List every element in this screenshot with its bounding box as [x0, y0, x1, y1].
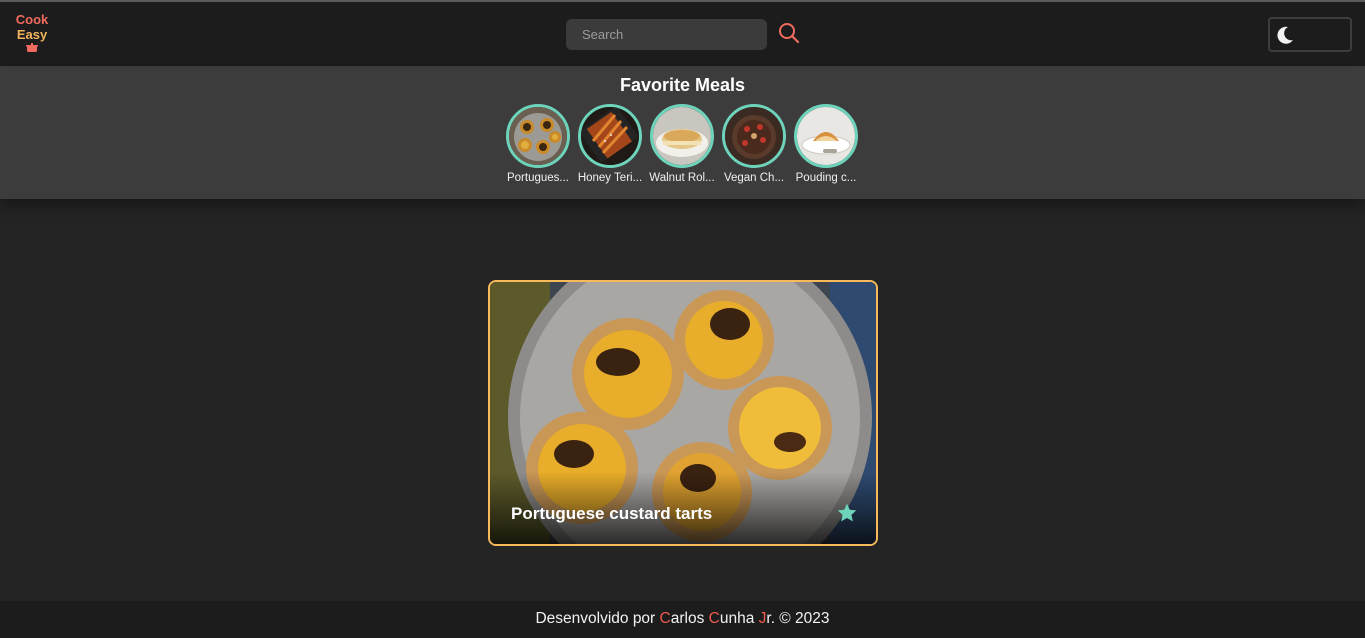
star-icon[interactable] [836, 502, 858, 524]
favorite-name: Honey Teri... [577, 172, 643, 184]
brand-line-2: Easy [16, 27, 48, 42]
favorites-title: Favorite Meals [619, 75, 746, 95]
favorite-item[interactable]: Honey Teri... [574, 104, 646, 184]
favorite-thumbnail [650, 104, 714, 168]
footer-text-2: unha [719, 610, 759, 627]
favorite-name: Walnut Rol... [649, 172, 715, 184]
favorite-thumbnail [506, 104, 570, 168]
meal-title: Portuguese custard tarts [511, 504, 713, 523]
favorite-thumbnail [722, 104, 786, 168]
favorite-item[interactable]: Pouding c... [790, 104, 862, 184]
meal-card[interactable]: Portuguese custard tarts [488, 280, 878, 546]
footer-initial-c1: C [659, 610, 671, 627]
brand-logo[interactable]: Cook Easy [14, 12, 50, 52]
moon-icon [1277, 26, 1293, 44]
favorite-thumbnail [794, 104, 858, 168]
search-input[interactable] [566, 19, 767, 50]
favorite-item[interactable]: Walnut Rol... [646, 104, 718, 184]
app-header: Cook Easy [0, 2, 1365, 66]
cooking-pot-icon [26, 43, 38, 52]
favorites-list: Portugues... Honey Teri... Walnut Rol...… [502, 104, 862, 194]
favorite-item[interactable]: Portugues... [502, 104, 574, 184]
favorite-item[interactable]: Vegan Ch... [718, 104, 790, 184]
search-bar [566, 19, 800, 50]
footer: Desenvolvido por Carlos Cunha Jr. © 2023 [0, 601, 1365, 638]
footer-text-1: arlos [670, 610, 709, 627]
favorite-thumbnail [578, 104, 642, 168]
favorite-name: Pouding c... [795, 172, 857, 184]
footer-prefix: Desenvolvido por [535, 610, 660, 627]
favorite-meals-panel: Favorite Meals Portugues... Honey Teri..… [0, 66, 1365, 199]
footer-text-3: r. © 2023 [766, 610, 830, 627]
footer-initial-c2: C [708, 610, 720, 627]
search-icon [779, 22, 800, 43]
theme-toggle-button[interactable] [1268, 17, 1352, 52]
brand-line-1: Cook [15, 12, 49, 27]
search-button[interactable] [776, 21, 802, 47]
favorite-name: Vegan Ch... [723, 172, 785, 184]
favorite-name: Portugues... [506, 172, 569, 184]
